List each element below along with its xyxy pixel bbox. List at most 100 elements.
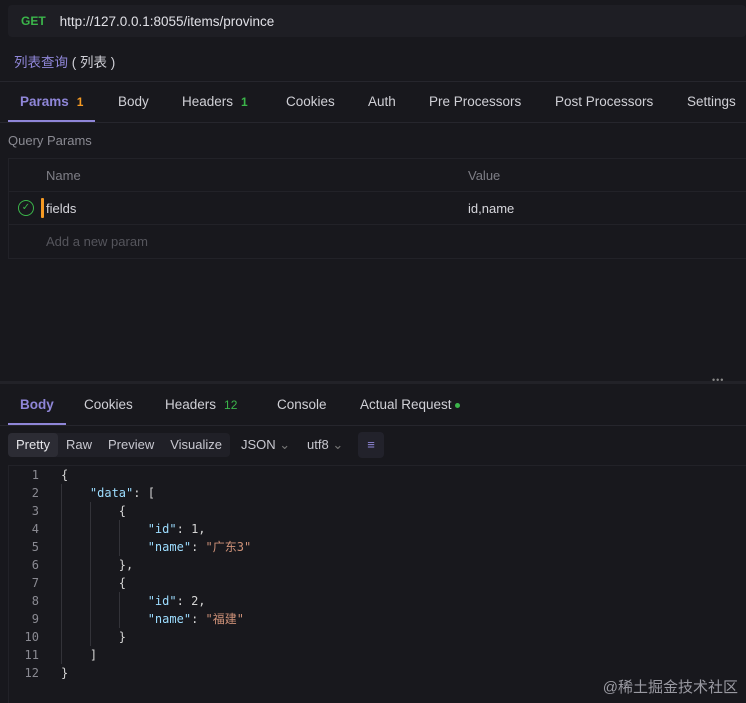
chevron-down-icon: ⌄ bbox=[279, 437, 291, 452]
tab-label: Actual Request bbox=[360, 397, 452, 412]
code-line: 3 { bbox=[9, 502, 126, 520]
code-text: } bbox=[61, 630, 127, 644]
tab-console[interactable]: Console bbox=[277, 385, 337, 425]
line-number: 10 bbox=[24, 630, 39, 644]
url-bar[interactable]: GET http://127.0.0.1:8055/items/province bbox=[8, 5, 746, 37]
tab-response-body[interactable]: Body bbox=[8, 385, 66, 425]
line-number: 8 bbox=[31, 594, 39, 608]
tab-response-headers[interactable]: Headers 12 bbox=[165, 385, 255, 425]
divider bbox=[0, 425, 746, 426]
view-raw[interactable]: Raw bbox=[58, 433, 100, 457]
code-line: 9 "name": "福建" bbox=[9, 610, 244, 628]
param-name[interactable]: fields bbox=[46, 201, 76, 216]
json-key: "name" bbox=[147, 540, 192, 554]
query-params-title: Query Params bbox=[8, 133, 92, 148]
code-line: 1{ bbox=[9, 466, 68, 484]
line-number: 9 bbox=[31, 612, 39, 626]
code-text: "id": 2, bbox=[147, 594, 206, 608]
code-line: 4 "id": 1, bbox=[9, 520, 206, 538]
json-key: "data" bbox=[89, 486, 134, 500]
code-line: 8 "id": 2, bbox=[9, 592, 206, 610]
code-text: "name": "广东3" bbox=[147, 540, 252, 554]
line-number: 3 bbox=[31, 504, 39, 518]
response-body-editor[interactable]: 1{ 2 "data": [ 3 { 4 "id": 1, 5 "name": … bbox=[8, 465, 746, 703]
json-number: 2 bbox=[191, 594, 199, 608]
code-text: { bbox=[61, 576, 127, 590]
method-select[interactable]: GET bbox=[21, 14, 46, 28]
tab-params[interactable]: Params 1 bbox=[7, 82, 97, 122]
tab-actual-request[interactable]: Actual Request bbox=[360, 385, 470, 425]
panel-splitter[interactable] bbox=[0, 381, 746, 384]
check-circle-icon[interactable]: ✓ bbox=[18, 200, 34, 216]
code-line: 6 }, bbox=[9, 556, 133, 574]
tab-label: Params bbox=[20, 94, 69, 109]
code-line: 5 "name": "广东3" bbox=[9, 538, 251, 556]
line-number: 12 bbox=[24, 666, 39, 680]
url-input[interactable]: http://127.0.0.1:8055/items/province bbox=[60, 14, 275, 29]
tab-badge: 1 bbox=[241, 95, 248, 109]
table-header: Name Value bbox=[9, 159, 746, 192]
line-number: 6 bbox=[31, 558, 39, 572]
chevron-down-icon: ⌄ bbox=[332, 437, 344, 452]
json-string: "福建" bbox=[205, 612, 244, 626]
tab-body[interactable]: Body bbox=[118, 82, 149, 122]
new-param-input[interactable]: Add a new param bbox=[46, 234, 148, 249]
code-line: 10 } bbox=[9, 628, 126, 646]
line-number: 2 bbox=[31, 486, 39, 500]
encoding-select[interactable]: utf8 ⌄ bbox=[307, 433, 343, 457]
table-row: ✓ fields id,name bbox=[9, 192, 746, 225]
json-string: "广东3" bbox=[205, 540, 252, 554]
code-text: } bbox=[61, 666, 69, 680]
divider bbox=[0, 122, 746, 123]
code-text: { bbox=[61, 468, 69, 482]
code-text: "name": "福建" bbox=[147, 612, 244, 626]
watermark: @稀土掘金技术社区 bbox=[602, 679, 738, 696]
json-key: "id" bbox=[147, 522, 177, 536]
tab-post-processors[interactable]: Post Processors bbox=[555, 82, 665, 122]
tab-response-cookies[interactable]: Cookies bbox=[84, 385, 144, 425]
format-select[interactable]: JSON ⌄ bbox=[241, 433, 290, 457]
new-param-row: Add a new param bbox=[9, 225, 746, 258]
tab-settings[interactable]: Settings bbox=[687, 82, 746, 122]
request-name-link[interactable]: 列表查询 bbox=[14, 55, 68, 70]
status-dot-icon bbox=[454, 402, 460, 408]
tab-auth[interactable]: Auth bbox=[368, 82, 396, 122]
param-value[interactable]: id,name bbox=[468, 201, 514, 216]
code-line: 11 ] bbox=[9, 646, 98, 664]
json-key: "id" bbox=[147, 594, 177, 608]
tab-headers[interactable]: Headers 1 bbox=[182, 82, 272, 122]
tab-label: Headers bbox=[165, 397, 217, 412]
line-number: 4 bbox=[31, 522, 39, 536]
tab-badge: 1 bbox=[76, 95, 84, 109]
word-wrap-icon[interactable]: ≡ bbox=[358, 432, 384, 458]
encoding-value: utf8 bbox=[307, 437, 329, 452]
modified-indicator bbox=[41, 198, 44, 218]
format-value: JSON bbox=[241, 437, 276, 452]
line-number: 5 bbox=[31, 540, 39, 554]
json-number: 1 bbox=[191, 522, 199, 536]
code-line: 2 "data": [ bbox=[9, 484, 155, 502]
code-text: { bbox=[61, 504, 127, 518]
code-line: 12} bbox=[9, 664, 69, 682]
line-number: 11 bbox=[24, 648, 39, 662]
tab-cookies[interactable]: Cookies bbox=[286, 82, 346, 122]
view-preview[interactable]: Preview bbox=[100, 433, 162, 457]
tab-label: Headers bbox=[182, 94, 234, 109]
request-name: 列表查询 ( 列表 ) bbox=[14, 51, 115, 71]
params-table: Name Value ✓ fields id,name Add a new pa… bbox=[8, 158, 746, 259]
drag-handle-icon[interactable]: ••• bbox=[712, 375, 724, 385]
tab-pre-processors[interactable]: Pre Processors bbox=[429, 82, 539, 122]
col-value: Value bbox=[468, 167, 501, 183]
col-name: Name bbox=[46, 167, 81, 183]
code-text: "id": 1, bbox=[147, 522, 206, 536]
view-pretty[interactable]: Pretty bbox=[8, 433, 58, 457]
code-text: "data": [ bbox=[89, 486, 155, 500]
json-key: "name" bbox=[147, 612, 192, 626]
view-mode-toggle: Pretty Raw Preview Visualize bbox=[8, 433, 231, 457]
tab-badge: 12 bbox=[224, 398, 238, 412]
request-name-suffix: ( 列表 ) bbox=[71, 55, 116, 70]
code-text: }, bbox=[61, 558, 134, 572]
line-number: 7 bbox=[31, 576, 39, 590]
view-visualize[interactable]: Visualize bbox=[162, 433, 230, 457]
code-text: ] bbox=[61, 648, 98, 662]
